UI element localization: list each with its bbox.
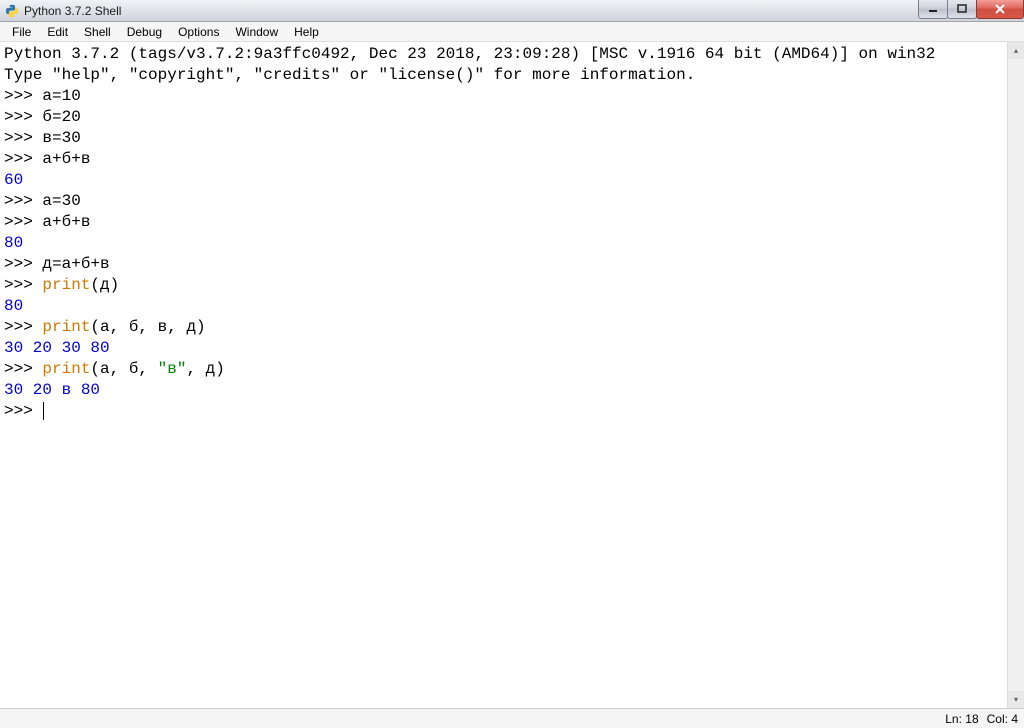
menu-help[interactable]: Help: [286, 23, 327, 41]
status-ln-value: 18: [965, 712, 978, 726]
text-cursor: [43, 402, 44, 420]
status-ln-label: Ln:: [945, 712, 962, 726]
status-line: Ln: 18: [945, 712, 978, 726]
window-titlebar: Python 3.7.2 Shell: [0, 0, 1024, 22]
scroll-up-arrow[interactable]: ▴: [1008, 42, 1024, 59]
maximize-button[interactable]: [947, 0, 977, 19]
status-col-value: 4: [1011, 712, 1018, 726]
minimize-button[interactable]: [918, 0, 948, 19]
python-icon: [4, 3, 20, 19]
status-col-label: Col:: [987, 712, 1008, 726]
scroll-down-arrow[interactable]: ▾: [1008, 691, 1024, 708]
vertical-scrollbar[interactable]: ▴ ▾: [1007, 42, 1024, 708]
shell-text-area[interactable]: Python 3.7.2 (tags/v3.7.2:9a3ffc0492, De…: [0, 42, 1007, 708]
menu-shell[interactable]: Shell: [76, 23, 119, 41]
menu-file[interactable]: File: [4, 23, 39, 41]
window-controls: [919, 0, 1024, 19]
menu-edit[interactable]: Edit: [39, 23, 76, 41]
status-bar: Ln: 18 Col: 4: [0, 708, 1024, 728]
status-col: Col: 4: [987, 712, 1018, 726]
menu-debug[interactable]: Debug: [119, 23, 170, 41]
close-button[interactable]: [976, 0, 1024, 19]
window-title: Python 3.7.2 Shell: [24, 4, 121, 18]
menu-options[interactable]: Options: [170, 23, 227, 41]
menu-bar: File Edit Shell Debug Options Window Hel…: [0, 22, 1024, 42]
editor-container: Python 3.7.2 (tags/v3.7.2:9a3ffc0492, De…: [0, 42, 1024, 708]
menu-window[interactable]: Window: [227, 23, 286, 41]
